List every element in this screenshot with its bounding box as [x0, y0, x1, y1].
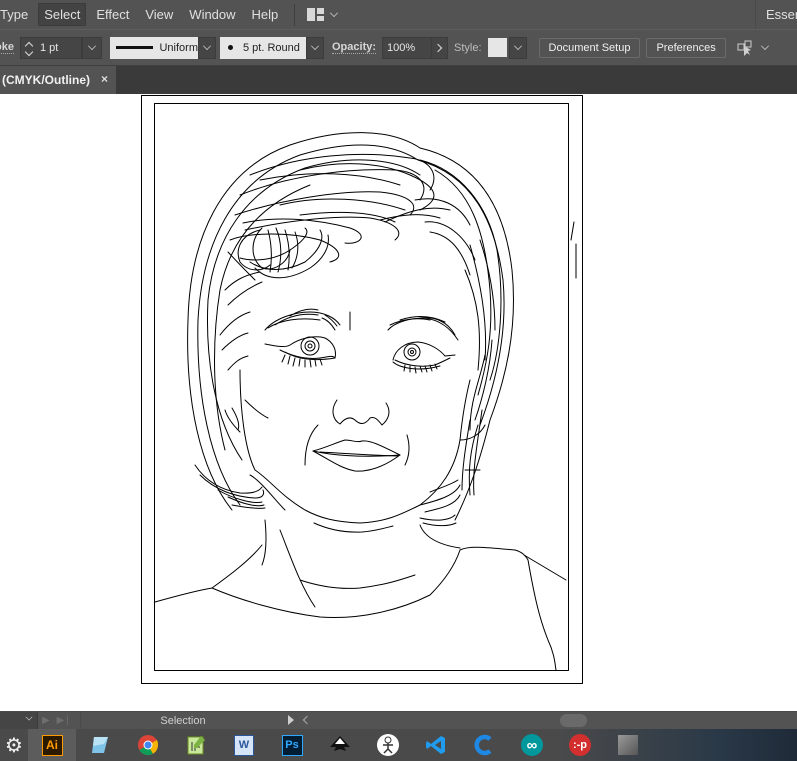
- chevron-down-icon: [203, 41, 211, 50]
- illustrator-window: Type Select Effect View Window Help Esse…: [0, 0, 797, 761]
- chevron-down-icon: [513, 41, 522, 50]
- inkscape-icon: [329, 734, 351, 756]
- taskbar-notepad[interactable]: [76, 729, 124, 761]
- opacity-field[interactable]: 100%: [382, 36, 433, 59]
- document-tab[interactable]: (CMYK/Outline) ×: [0, 66, 116, 94]
- zoom-dropdown[interactable]: [0, 712, 38, 730]
- scroll-left-icon[interactable]: [302, 715, 312, 725]
- brush-definition-dropdown[interactable]: 5 pt. Round: [220, 36, 306, 59]
- taskbar-arduino[interactable]: ∞: [508, 729, 556, 761]
- graphic-style-dropdown[interactable]: [508, 36, 527, 59]
- stroke-weight-dropdown[interactable]: [82, 36, 102, 59]
- vscode-icon: [425, 734, 447, 756]
- variable-width-profile-dropdown[interactable]: Uniform: [110, 36, 198, 59]
- close-icon[interactable]: ×: [101, 72, 108, 86]
- horizontal-scrollbar-thumb[interactable]: [560, 714, 587, 727]
- gear-icon: ⚙: [5, 734, 23, 757]
- variable-width-profile-value: Uniform: [159, 41, 198, 54]
- taskbar: ⚙ Ai W Ps ∞:-p: [0, 729, 797, 761]
- opacity-label[interactable]: Opacity:: [332, 41, 377, 54]
- taskbar-illustrator[interactable]: Ai: [28, 729, 76, 761]
- document-setup-button[interactable]: Document Setup: [538, 37, 641, 58]
- taskbar-chrome[interactable]: [124, 729, 172, 761]
- taskbar-photoshop[interactable]: Ps: [268, 729, 316, 761]
- workspace-layout-icon[interactable]: [307, 8, 325, 21]
- select-similar-objects-icon[interactable]: [737, 40, 755, 56]
- taskbar-app[interactable]: [604, 729, 652, 761]
- style-label: Style:: [454, 41, 482, 54]
- taskbar-pidgin[interactable]: :-p: [556, 729, 604, 761]
- taskbar-inkscape[interactable]: [316, 729, 364, 761]
- taskbar-notepadpp[interactable]: [172, 729, 220, 761]
- preferences-button[interactable]: Preferences: [646, 37, 726, 58]
- document-tab-bar: (CMYK/Outline) ×: [0, 66, 797, 94]
- chevron-down-icon[interactable]: [330, 8, 339, 17]
- chevron-down-icon[interactable]: [760, 41, 769, 50]
- notepadpp-icon: [185, 734, 207, 756]
- menu-view[interactable]: View: [139, 3, 179, 26]
- photoshop-icon: Ps: [281, 734, 303, 756]
- stroke-profile-preview-icon: [116, 46, 154, 49]
- chevron-down-icon: [25, 713, 33, 721]
- canvas[interactable]: [0, 94, 797, 711]
- stroke-weight-value: 1 pt: [40, 41, 59, 54]
- document-setup-label: Document Setup: [548, 41, 631, 54]
- frame-inner-border: [154, 103, 569, 671]
- chevron-down-icon: [88, 41, 96, 50]
- taskbar-vscode[interactable]: [412, 729, 460, 761]
- brush-dot-icon: [228, 45, 233, 50]
- generic-app-icon: [618, 735, 638, 755]
- menu-help[interactable]: Help: [246, 3, 285, 26]
- workspace-switcher[interactable]: Essentials: [755, 0, 797, 29]
- chrome-icon: [137, 734, 159, 756]
- artboard-border: [141, 95, 583, 684]
- menu-effect[interactable]: Effect: [90, 3, 135, 26]
- stroke-weight-field[interactable]: 1 pt: [20, 36, 82, 59]
- opacity-flyout-button[interactable]: [432, 36, 449, 59]
- brush-dropdown-button[interactable]: [306, 36, 324, 59]
- word-icon: W: [234, 734, 254, 756]
- stray-stroke: [570, 221, 577, 279]
- menu-window[interactable]: Window: [183, 3, 241, 26]
- graphic-style-swatch[interactable]: [487, 38, 507, 57]
- arduino-icon: ∞: [521, 734, 543, 756]
- control-bar: Stroke: 1 pt Uniform 5 pt. Round Opacity…: [0, 29, 797, 66]
- ccleaner-icon: [473, 734, 495, 756]
- notepad-icon: [89, 734, 111, 756]
- artwork-outline: [141, 95, 583, 684]
- preferences-label: Preferences: [656, 41, 716, 54]
- stroke-spinner-icon[interactable]: [21, 37, 37, 59]
- chevron-right-icon: [433, 43, 443, 52]
- status-tool-label[interactable]: Selection: [80, 712, 285, 730]
- menu-separator: [294, 3, 296, 26]
- menu-select[interactable]: Select: [38, 3, 87, 26]
- status-menu-arrow-icon[interactable]: [288, 715, 294, 725]
- status-tool-text: Selection: [160, 715, 206, 727]
- illustrator-icon: Ai: [41, 734, 63, 756]
- workspace-label: Essentials: [766, 7, 797, 22]
- chevron-down-icon: [311, 41, 319, 50]
- opacity-value: 100%: [387, 41, 416, 54]
- pidgin-icon: :-p: [569, 734, 591, 756]
- status-bar: ▶ ▶| Selection: [0, 711, 797, 730]
- artboard-navigation-icon[interactable]: ▶ ▶|: [42, 715, 71, 726]
- menu-type[interactable]: Type: [0, 3, 34, 26]
- face-strokes: [154, 308, 567, 671]
- hair-strokes: [187, 132, 514, 527]
- stroke-label[interactable]: Stroke:: [0, 41, 14, 54]
- taskbar-ccleaner[interactable]: [460, 729, 508, 761]
- taskbar-processing[interactable]: [364, 729, 412, 761]
- brush-definition-value: 5 pt. Round: [243, 41, 300, 54]
- document-tab-title: (CMYK/Outline): [2, 73, 90, 87]
- menu-bar: Type Select Effect View Window Help Esse…: [0, 0, 797, 29]
- taskbar-settings[interactable]: ⚙: [0, 729, 28, 761]
- processing-icon: [377, 734, 399, 756]
- taskbar-word[interactable]: W: [220, 729, 268, 761]
- profile-dropdown-button[interactable]: [198, 36, 216, 59]
